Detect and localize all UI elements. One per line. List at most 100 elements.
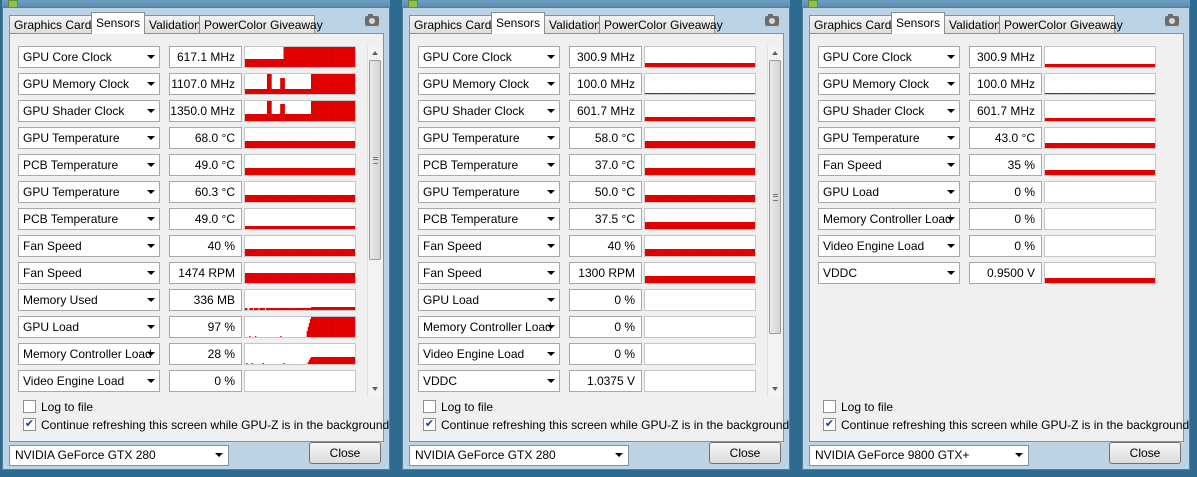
sensor-name-dropdown[interactable]: Fan Speed — [18, 235, 160, 257]
sensor-name-dropdown[interactable]: Memory Controller Load — [418, 316, 560, 338]
gpu-select-dropdown[interactable]: NVIDIA GeForce 9800 GTX+ — [809, 445, 1029, 466]
sensor-name-dropdown[interactable]: GPU Temperature — [418, 181, 560, 203]
tab-graphics-card[interactable]: Graphics Card — [409, 15, 492, 34]
gpuz-window: Graphics Card Sensors Validation PowerColor… — [802, 7, 1190, 470]
chevron-down-icon — [547, 325, 555, 329]
tab-powercolor-giveaway[interactable]: PowerColor Giveaway — [199, 15, 323, 34]
sensor-name-dropdown[interactable]: PCB Temperature — [418, 154, 560, 176]
graph-bar — [1153, 170, 1155, 175]
close-button[interactable]: Close — [1109, 442, 1181, 464]
sensor-name-dropdown[interactable]: GPU Shader Clock — [18, 100, 160, 122]
sensor-name-dropdown[interactable]: GPU Memory Clock — [818, 73, 960, 95]
checkbox-box[interactable]: ✔ — [23, 418, 36, 431]
sensor-name-dropdown[interactable]: Fan Speed — [418, 235, 560, 257]
sensor-graph — [644, 262, 756, 284]
sensor-name-dropdown[interactable]: GPU Shader Clock — [818, 100, 960, 122]
checkbox-box[interactable]: ✔ — [423, 418, 436, 431]
sensor-name-dropdown[interactable]: Fan Speed — [18, 262, 160, 284]
camera-icon[interactable] — [1165, 14, 1179, 26]
sensor-value: 1474 RPM — [169, 262, 242, 284]
sensor-name-dropdown[interactable]: GPU Load — [418, 289, 560, 311]
sensor-name-dropdown[interactable]: Memory Controller Load — [818, 208, 960, 230]
gpu-select-dropdown[interactable]: NVIDIA GeForce GTX 280 — [9, 445, 229, 466]
sensor-name-dropdown[interactable]: Fan Speed — [818, 154, 960, 176]
camera-icon[interactable] — [765, 14, 779, 26]
chevron-down-icon — [947, 217, 955, 221]
sensor-name-dropdown[interactable]: Memory Used — [18, 289, 160, 311]
sensor-row: GPU Temperature 60.3 °C — [18, 181, 373, 203]
tab-powercolor-giveaway[interactable]: PowerColor Giveaway — [599, 15, 723, 34]
sensor-name: Fan Speed — [823, 158, 882, 172]
sensor-list-scrollbar[interactable] — [367, 46, 382, 396]
sensor-graph — [644, 100, 756, 122]
sensor-list-scrollbar[interactable] — [767, 46, 782, 396]
sensor-name-dropdown[interactable]: PCB Temperature — [18, 208, 160, 230]
close-button[interactable]: Close — [309, 442, 381, 464]
checkbox-box[interactable]: ✔ — [823, 418, 836, 431]
sensor-graph-plot — [1045, 182, 1155, 202]
sensor-name-dropdown[interactable]: Video Engine Load — [818, 235, 960, 257]
scrollbar-thumb[interactable] — [369, 60, 381, 260]
tab-sensors[interactable]: Sensors — [891, 12, 945, 34]
checkbox-label: Log to file — [441, 400, 494, 414]
sensor-graph-plot — [249, 317, 355, 337]
sensor-name-dropdown[interactable]: GPU Load — [18, 316, 160, 338]
sensor-row: Memory Controller Load 0 % — [418, 316, 773, 338]
checkbox-box[interactable] — [23, 400, 36, 413]
sensor-name-dropdown[interactable]: GPU Shader Clock — [418, 100, 560, 122]
sensor-value: 0 % — [969, 208, 1042, 230]
sensor-name: GPU Shader Clock — [423, 104, 525, 118]
tab-graphics-card[interactable]: Graphics Card — [9, 15, 92, 34]
sensor-name-dropdown[interactable]: PCB Temperature — [18, 154, 160, 176]
sensor-name-dropdown[interactable]: VDDC — [418, 370, 560, 392]
gpu-select-value: NVIDIA GeForce 9800 GTX+ — [815, 448, 970, 462]
sensor-name-dropdown[interactable]: GPU Core Clock — [418, 46, 560, 68]
camera-icon[interactable] — [365, 14, 379, 26]
sensor-graph-plot — [1045, 278, 1155, 283]
sensor-name-dropdown[interactable]: GPU Temperature — [818, 127, 960, 149]
sensor-name-dropdown[interactable]: GPU Memory Clock — [418, 73, 560, 95]
scroll-up-icon[interactable] — [768, 46, 783, 60]
sensor-row: PCB Temperature 49.0 °C — [18, 154, 373, 176]
sensor-graph-plot — [1045, 93, 1155, 94]
tab-sensors[interactable]: Sensors — [491, 12, 545, 34]
sensor-graph — [644, 343, 756, 365]
sensor-value: 100.0 MHz — [569, 73, 642, 95]
sensor-name-dropdown[interactable]: Video Engine Load — [18, 370, 160, 392]
sensor-name-dropdown[interactable]: Video Engine Load — [418, 343, 560, 365]
sensor-graph-plot — [1045, 143, 1155, 148]
sensor-name-dropdown[interactable]: Memory Controller Load — [18, 343, 160, 365]
sensor-name-dropdown[interactable]: PCB Temperature — [418, 208, 560, 230]
checkbox-box[interactable] — [823, 400, 836, 413]
sensor-graph — [1044, 181, 1156, 203]
sensor-name-dropdown[interactable]: GPU Load — [818, 181, 960, 203]
sensor-row: GPU Core Clock 617.1 MHz — [18, 46, 373, 68]
gpu-select-dropdown[interactable]: NVIDIA GeForce GTX 280 — [409, 445, 629, 466]
sensor-name-dropdown[interactable]: VDDC — [818, 262, 960, 284]
sensor-name-dropdown[interactable]: GPU Temperature — [18, 127, 160, 149]
checkbox-box[interactable] — [423, 400, 436, 413]
tab-validation[interactable]: Validation — [144, 15, 201, 34]
sensor-graph-plot — [245, 141, 355, 148]
sensor-graph — [1044, 100, 1156, 122]
sensor-name-dropdown[interactable]: GPU Temperature — [18, 181, 160, 203]
tab-graphics-card[interactable]: Graphics Card — [809, 15, 892, 34]
graph-bar — [249, 336, 251, 337]
sensor-name-dropdown[interactable]: Fan Speed — [418, 262, 560, 284]
sensor-name-dropdown[interactable]: GPU Memory Clock — [18, 73, 160, 95]
sensor-name-dropdown[interactable]: GPU Core Clock — [818, 46, 960, 68]
sensor-graph — [644, 370, 756, 392]
sensor-value: 0 % — [169, 370, 242, 392]
tab-powercolor-giveaway[interactable]: PowerColor Giveaway — [999, 15, 1123, 34]
close-button[interactable]: Close — [709, 442, 781, 464]
scroll-down-icon[interactable] — [768, 382, 783, 396]
tab-validation[interactable]: Validation — [944, 15, 1001, 34]
scroll-down-icon[interactable] — [368, 382, 383, 396]
scroll-up-icon[interactable] — [368, 46, 383, 60]
sensor-name-dropdown[interactable]: GPU Temperature — [418, 127, 560, 149]
scrollbar-thumb[interactable] — [769, 60, 781, 334]
sensor-graph — [1044, 262, 1156, 284]
tab-validation[interactable]: Validation — [544, 15, 601, 34]
tab-sensors[interactable]: Sensors — [91, 12, 145, 34]
sensor-name-dropdown[interactable]: GPU Core Clock — [18, 46, 160, 68]
